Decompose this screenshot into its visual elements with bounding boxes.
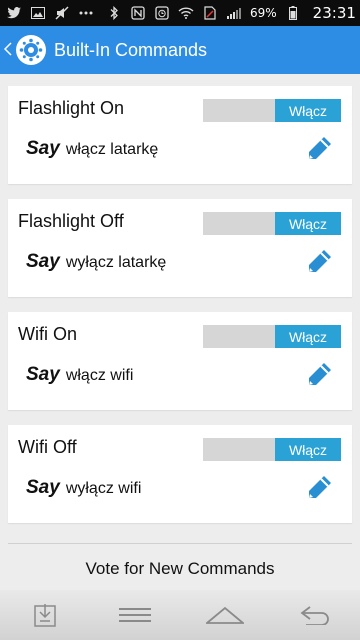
battery-icon	[285, 6, 301, 20]
command-phrase: włącz latarkę	[65, 141, 159, 158]
pencil-icon[interactable]	[304, 247, 334, 277]
clock: 23:31	[312, 4, 356, 22]
say-label: Say	[26, 138, 60, 159]
image-icon	[30, 6, 46, 20]
home-icon[interactable]	[200, 598, 250, 632]
command-card-flashlight-on: Flashlight On Włącz Say włącz latarkę	[8, 86, 352, 184]
bluetooth-icon	[106, 6, 122, 20]
alarm-icon	[154, 6, 170, 20]
commands-list: Flashlight On Włącz Say włącz latarkę Fla…	[8, 86, 352, 538]
nfc-icon	[130, 6, 146, 20]
signal-icon	[226, 6, 242, 20]
twitter-icon	[6, 6, 22, 20]
vote-new-commands-button[interactable]: Vote for New Commands	[0, 548, 360, 590]
say-label: Say	[26, 251, 60, 272]
pencil-icon[interactable]	[304, 360, 334, 390]
navigation-bar	[0, 590, 360, 640]
app-logo-icon[interactable]	[16, 35, 46, 65]
say-label: Say	[26, 364, 60, 385]
command-phrase-row: Say włącz wifi	[26, 364, 133, 386]
command-phrase-row: Say wyłącz latarkę	[26, 251, 166, 273]
command-title: Flashlight Off	[18, 211, 124, 231]
command-title: Wifi Off	[18, 437, 77, 457]
enable-toggle-button[interactable]: Włącz	[275, 325, 341, 348]
command-title: Flashlight On	[18, 98, 125, 118]
status-bar: 69% 23:31	[0, 0, 360, 26]
command-phrase: wyłącz latarkę	[65, 254, 167, 271]
enable-toggle[interactable]: Włącz	[203, 99, 341, 122]
command-card-wifi-on: Wifi On Włącz Say włącz wifi	[8, 312, 352, 410]
divider	[8, 543, 352, 544]
battery-percent: 69%	[250, 6, 277, 20]
dots-icon	[78, 6, 94, 20]
command-card-flashlight-off: Flashlight Off Włącz Say wyłącz latarkę	[8, 199, 352, 297]
enable-toggle-button[interactable]: Włącz	[275, 99, 341, 122]
command-phrase-row: Say włącz latarkę	[26, 138, 158, 160]
download-icon[interactable]	[20, 598, 70, 632]
page-title: Built-In Commands	[54, 39, 208, 60]
pencil-icon[interactable]	[304, 134, 334, 164]
sim-icon	[202, 6, 218, 20]
app-bar: Built-In Commands	[0, 26, 360, 74]
enable-toggle-button[interactable]: Włącz	[275, 212, 341, 235]
command-phrase: włącz wifi	[65, 367, 134, 384]
enable-toggle-button[interactable]: Włącz	[275, 438, 341, 461]
enable-toggle[interactable]: Włącz	[203, 325, 341, 348]
command-card-wifi-off: Wifi Off Włącz Say wyłącz wifi	[8, 425, 352, 523]
back-icon[interactable]	[290, 598, 340, 632]
enable-toggle[interactable]: Włącz	[203, 212, 341, 235]
command-phrase: wyłącz wifi	[65, 480, 142, 497]
muted-mic-icon	[54, 6, 70, 20]
enable-toggle[interactable]: Włącz	[203, 438, 341, 461]
menu-icon[interactable]	[110, 598, 160, 632]
command-title: Wifi On	[18, 324, 78, 344]
command-phrase-row: Say wyłącz wifi	[26, 477, 141, 499]
chevron-left-icon[interactable]	[3, 39, 14, 62]
say-label: Say	[26, 477, 60, 498]
wifi-icon	[178, 6, 194, 20]
pencil-icon[interactable]	[304, 473, 334, 503]
